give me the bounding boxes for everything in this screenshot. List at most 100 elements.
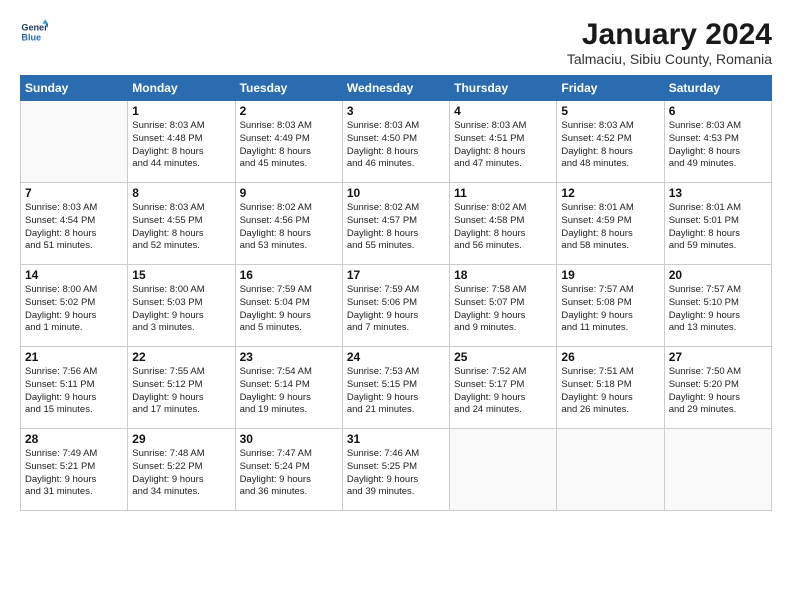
table-row: 28 Sunrise: 7:49 AMSunset: 5:21 PMDayligh… [21,429,128,511]
table-row: 27Sunrise: 7:50 AMSunset: 5:20 PMDayligh… [664,347,771,429]
day-number: 5 [561,104,659,118]
day-number: 24 [347,350,445,364]
day-number: 21 [25,350,123,364]
page: General Blue January 2024 Talmaciu, Sibi… [0,0,792,612]
table-row: 5 Sunrise: 8:03 AMSunset: 4:52 PMDaylight… [557,101,664,183]
table-row: 12 Sunrise: 8:01 AMSunset: 4:59 PMDayligh… [557,183,664,265]
table-row: 9 Sunrise: 8:02 AMSunset: 4:56 PMDaylight… [235,183,342,265]
col-saturday: Saturday [664,76,771,101]
cell-text: Sunrise: 8:03 AMSunset: 4:51 PMDaylight:… [454,120,552,171]
cell-text: Sunrise: 8:03 AMSunset: 4:53 PMDaylight:… [669,120,767,171]
table-row [664,429,771,511]
svg-text:Blue: Blue [21,32,41,42]
day-number: 4 [454,104,552,118]
cell-text: Sunrise: 8:02 AMSunset: 4:57 PMDaylight:… [347,202,445,253]
cell-text: Sunrise: 8:02 AMSunset: 4:58 PMDaylight:… [454,202,552,253]
day-number: 11 [454,186,552,200]
header: General Blue January 2024 Talmaciu, Sibi… [20,18,772,67]
cell-text: Sunrise: 7:57 AMSunset: 5:10 PMDaylight:… [669,284,767,335]
col-monday: Monday [128,76,235,101]
table-row: 7 Sunrise: 8:03 AMSunset: 4:54 PMDaylight… [21,183,128,265]
table-row: 19Sunrise: 7:57 AMSunset: 5:08 PMDayligh… [557,265,664,347]
cell-text: Sunrise: 8:00 AMSunset: 5:03 PMDaylight:… [132,284,230,335]
day-number: 15 [132,268,230,282]
table-row: 29 Sunrise: 7:48 AMSunset: 5:22 PMDayligh… [128,429,235,511]
title-block: January 2024 Talmaciu, Sibiu County, Rom… [567,18,772,67]
cell-text: Sunrise: 8:03 AMSunset: 4:55 PMDaylight:… [132,202,230,253]
day-number: 12 [561,186,659,200]
col-thursday: Thursday [450,76,557,101]
cell-text: Sunrise: 7:55 AMSunset: 5:12 PMDaylight:… [132,366,230,417]
cell-text: Sunrise: 7:52 AMSunset: 5:17 PMDaylight:… [454,366,552,417]
calendar-row-1: 7 Sunrise: 8:03 AMSunset: 4:54 PMDaylight… [21,183,772,265]
calendar-row-0: 1 Sunrise: 8:03 AMSunset: 4:48 PMDaylight… [21,101,772,183]
col-tuesday: Tuesday [235,76,342,101]
table-row: 16Sunrise: 7:59 AMSunset: 5:04 PMDayligh… [235,265,342,347]
col-sunday: Sunday [21,76,128,101]
table-row: 31Sunrise: 7:46 AMSunset: 5:25 PMDayligh… [342,429,449,511]
table-row: 13 Sunrise: 8:01 AMSunset: 5:01 PMDayligh… [664,183,771,265]
table-row: 22 Sunrise: 7:55 AMSunset: 5:12 PMDayligh… [128,347,235,429]
cell-text: Sunrise: 7:58 AMSunset: 5:07 PMDaylight:… [454,284,552,335]
cell-text: Sunrise: 8:02 AMSunset: 4:56 PMDaylight:… [240,202,338,253]
cell-text: Sunrise: 8:03 AMSunset: 4:48 PMDaylight:… [132,120,230,171]
day-number: 23 [240,350,338,364]
day-number: 7 [25,186,123,200]
day-number: 29 [132,432,230,446]
main-title: January 2024 [567,18,772,51]
table-row: 2Sunrise: 8:03 AMSunset: 4:49 PMDaylight… [235,101,342,183]
table-row [21,101,128,183]
cell-text: Sunrise: 8:03 AMSunset: 4:50 PMDaylight:… [347,120,445,171]
day-number: 14 [25,268,123,282]
cell-text: Sunrise: 8:01 AMSunset: 4:59 PMDaylight:… [561,202,659,253]
calendar-table: Sunday Monday Tuesday Wednesday Thursday… [20,75,772,511]
day-number: 13 [669,186,767,200]
table-row: 23Sunrise: 7:54 AMSunset: 5:14 PMDayligh… [235,347,342,429]
day-number: 1 [132,104,230,118]
cell-text: Sunrise: 7:51 AMSunset: 5:18 PMDaylight:… [561,366,659,417]
cell-text: Sunrise: 7:59 AMSunset: 5:06 PMDaylight:… [347,284,445,335]
day-number: 28 [25,432,123,446]
table-row: 17 Sunrise: 7:59 AMSunset: 5:06 PMDayligh… [342,265,449,347]
day-number: 18 [454,268,552,282]
cell-text: Sunrise: 7:49 AMSunset: 5:21 PMDaylight:… [25,448,123,499]
svg-text:General: General [21,23,48,33]
subtitle: Talmaciu, Sibiu County, Romania [567,51,772,67]
day-number: 22 [132,350,230,364]
calendar-row-2: 14Sunrise: 8:00 AMSunset: 5:02 PMDayligh… [21,265,772,347]
calendar-row-3: 21Sunrise: 7:56 AMSunset: 5:11 PMDayligh… [21,347,772,429]
table-row: 18 Sunrise: 7:58 AMSunset: 5:07 PMDayligh… [450,265,557,347]
table-row: 1 Sunrise: 8:03 AMSunset: 4:48 PMDaylight… [128,101,235,183]
header-row: Sunday Monday Tuesday Wednesday Thursday… [21,76,772,101]
cell-text: Sunrise: 7:50 AMSunset: 5:20 PMDaylight:… [669,366,767,417]
table-row: 6 Sunrise: 8:03 AMSunset: 4:53 PMDaylight… [664,101,771,183]
cell-text: Sunrise: 7:53 AMSunset: 5:15 PMDaylight:… [347,366,445,417]
col-wednesday: Wednesday [342,76,449,101]
cell-text: Sunrise: 7:48 AMSunset: 5:22 PMDaylight:… [132,448,230,499]
table-row: 11 Sunrise: 8:02 AMSunset: 4:58 PMDayligh… [450,183,557,265]
day-number: 17 [347,268,445,282]
table-row: 8 Sunrise: 8:03 AMSunset: 4:55 PMDaylight… [128,183,235,265]
day-number: 10 [347,186,445,200]
cell-text: Sunrise: 8:03 AMSunset: 4:49 PMDaylight:… [240,120,338,171]
table-row: 20 Sunrise: 7:57 AMSunset: 5:10 PMDayligh… [664,265,771,347]
cell-text: Sunrise: 7:59 AMSunset: 5:04 PMDaylight:… [240,284,338,335]
table-row: 24 Sunrise: 7:53 AMSunset: 5:15 PMDayligh… [342,347,449,429]
day-number: 20 [669,268,767,282]
cell-text: Sunrise: 7:57 AMSunset: 5:08 PMDaylight:… [561,284,659,335]
day-number: 9 [240,186,338,200]
day-number: 8 [132,186,230,200]
table-row: 26 Sunrise: 7:51 AMSunset: 5:18 PMDayligh… [557,347,664,429]
table-row: 21Sunrise: 7:56 AMSunset: 5:11 PMDayligh… [21,347,128,429]
table-row: 25Sunrise: 7:52 AMSunset: 5:17 PMDayligh… [450,347,557,429]
day-number: 6 [669,104,767,118]
table-row: 10 Sunrise: 8:02 AMSunset: 4:57 PMDayligh… [342,183,449,265]
table-row: 4 Sunrise: 8:03 AMSunset: 4:51 PMDaylight… [450,101,557,183]
calendar-row-4: 28 Sunrise: 7:49 AMSunset: 5:21 PMDayligh… [21,429,772,511]
day-number: 26 [561,350,659,364]
cell-text: Sunrise: 8:03 AMSunset: 4:52 PMDaylight:… [561,120,659,171]
table-row: 30Sunrise: 7:47 AMSunset: 5:24 PMDayligh… [235,429,342,511]
day-number: 30 [240,432,338,446]
cell-text: Sunrise: 8:03 AMSunset: 4:54 PMDaylight:… [25,202,123,253]
cell-text: Sunrise: 8:01 AMSunset: 5:01 PMDaylight:… [669,202,767,253]
